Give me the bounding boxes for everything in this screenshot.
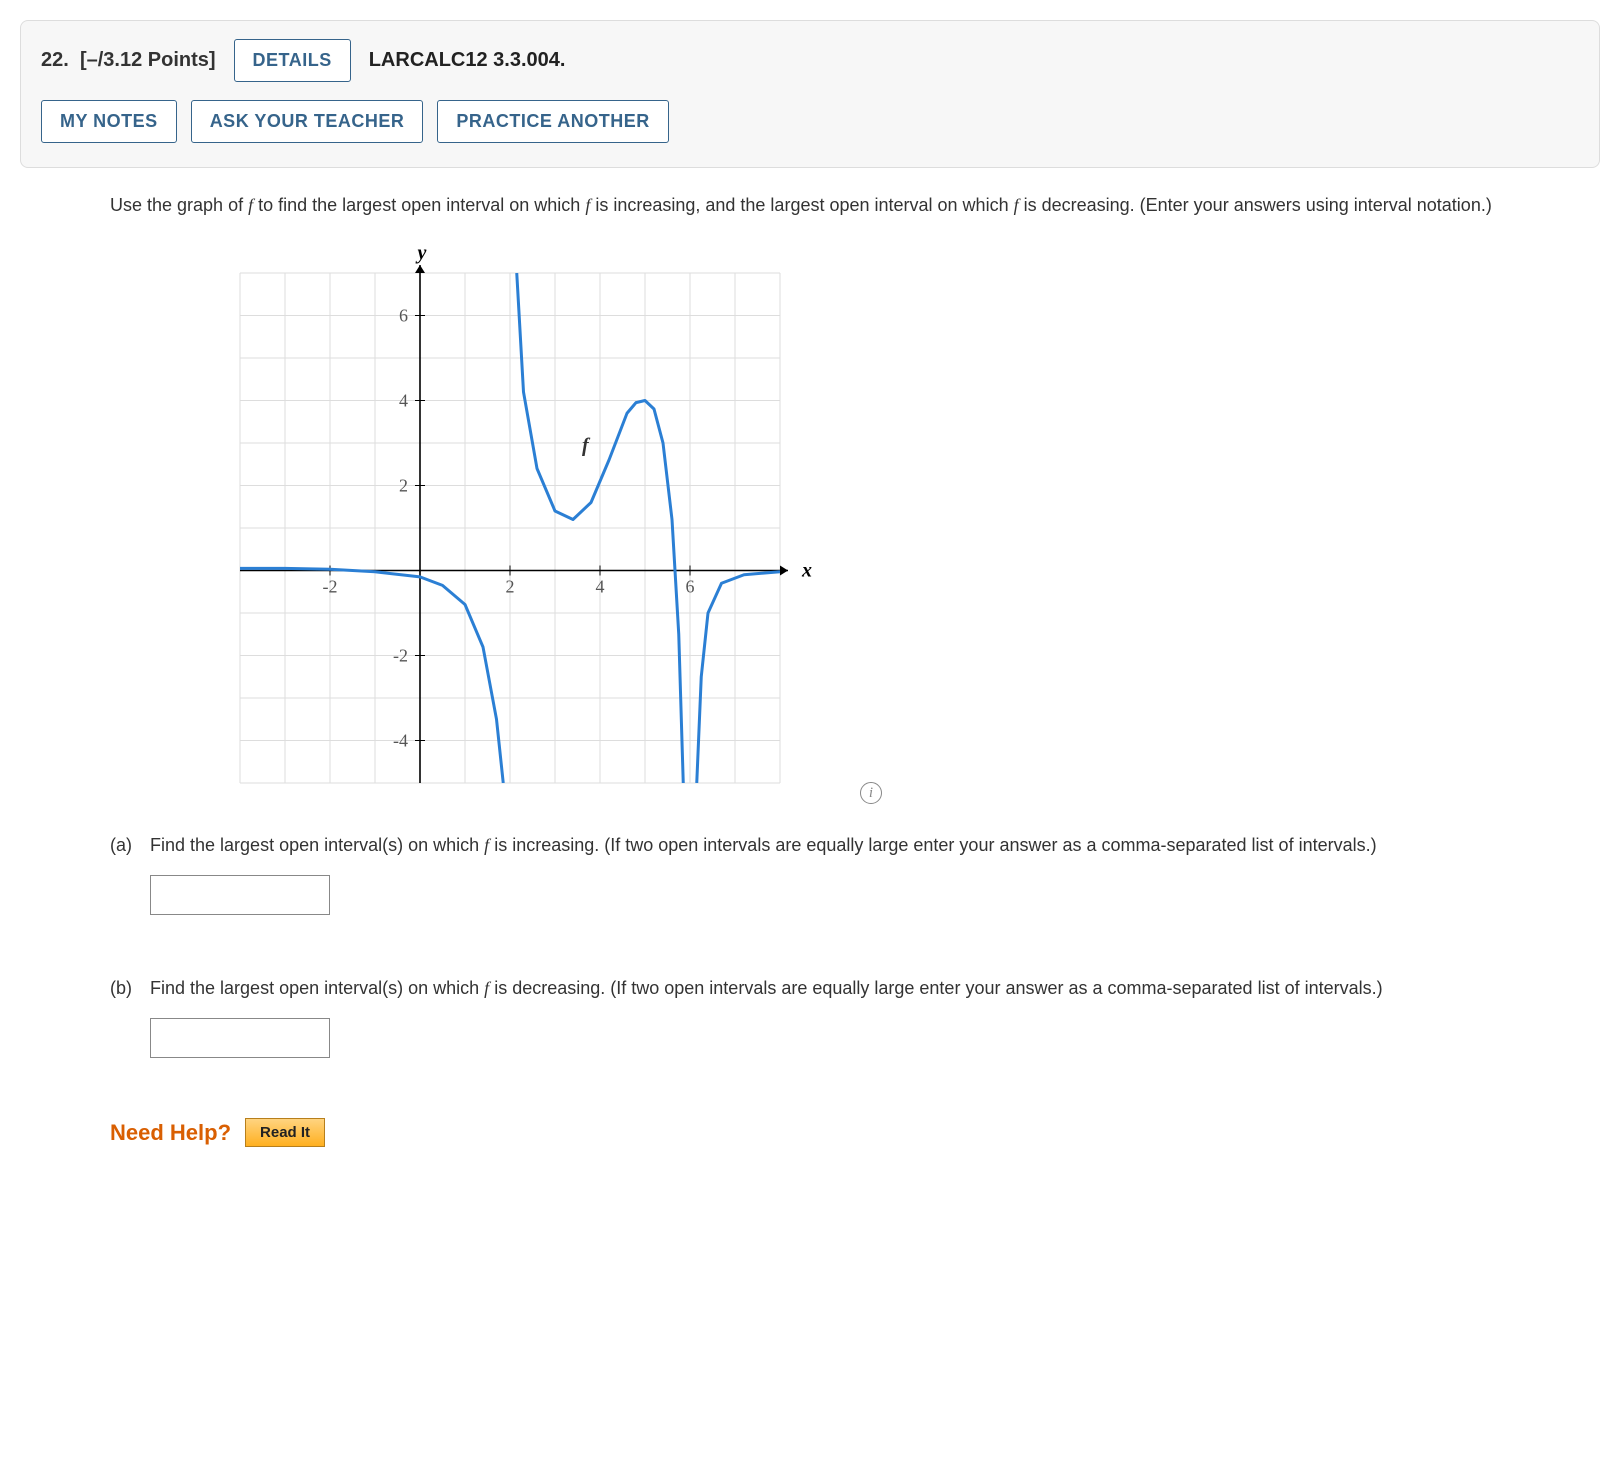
question-header-card: 22. [–/3.12 Points] DETAILS LARCALC12 3.… [20,20,1600,168]
ask-teacher-button[interactable]: ASK YOUR TEACHER [191,100,424,143]
info-icon[interactable]: i [860,782,882,804]
practice-another-button[interactable]: PRACTICE ANOTHER [437,100,668,143]
source-label: LARCALC12 3.3.004. [369,49,566,72]
svg-text:4: 4 [596,577,605,597]
function-graph: -2 2 4 6 6 4 2 -2 -4 y x f [210,243,830,803]
question-body: Use the graph of f to find the largest o… [20,174,1600,1147]
need-help-label: Need Help? [110,1120,231,1146]
svg-text:6: 6 [399,306,408,326]
part-a-text: Find the largest open interval(s) on whi… [150,832,1540,859]
read-it-button[interactable]: Read It [245,1118,325,1147]
help-row: Need Help? Read It [110,1118,1540,1147]
svg-text:-4: -4 [393,731,408,751]
details-button[interactable]: DETAILS [234,39,351,82]
part-b-text: Find the largest open interval(s) on whi… [150,975,1540,1002]
graph-container: -2246642-2-4yxf i [210,243,850,808]
question-number: 22. [–/3.12 Points] [41,49,216,72]
svg-text:4: 4 [399,391,408,411]
part-b-label: (b) [110,975,132,1058]
part-a-input[interactable] [150,875,330,915]
part-b: (b) Find the largest open interval(s) on… [110,975,1540,1058]
part-a-label: (a) [110,832,132,915]
svg-text:-2: -2 [323,577,338,597]
svg-text:x: x [801,560,812,582]
top-row: 22. [–/3.12 Points] DETAILS LARCALC12 3.… [41,39,1579,82]
my-notes-button[interactable]: MY NOTES [41,100,177,143]
svg-text:f: f [582,435,591,457]
svg-text:2: 2 [506,577,515,597]
question-prompt: Use the graph of f to find the largest o… [110,192,1540,219]
action-row: MY NOTES ASK YOUR TEACHER PRACTICE ANOTH… [41,100,1579,143]
svg-text:2: 2 [399,476,408,496]
svg-text:6: 6 [686,577,695,597]
svg-text:-2: -2 [393,646,408,666]
svg-text:y: y [416,243,427,264]
part-b-input[interactable] [150,1018,330,1058]
part-a: (a) Find the largest open interval(s) on… [110,832,1540,915]
